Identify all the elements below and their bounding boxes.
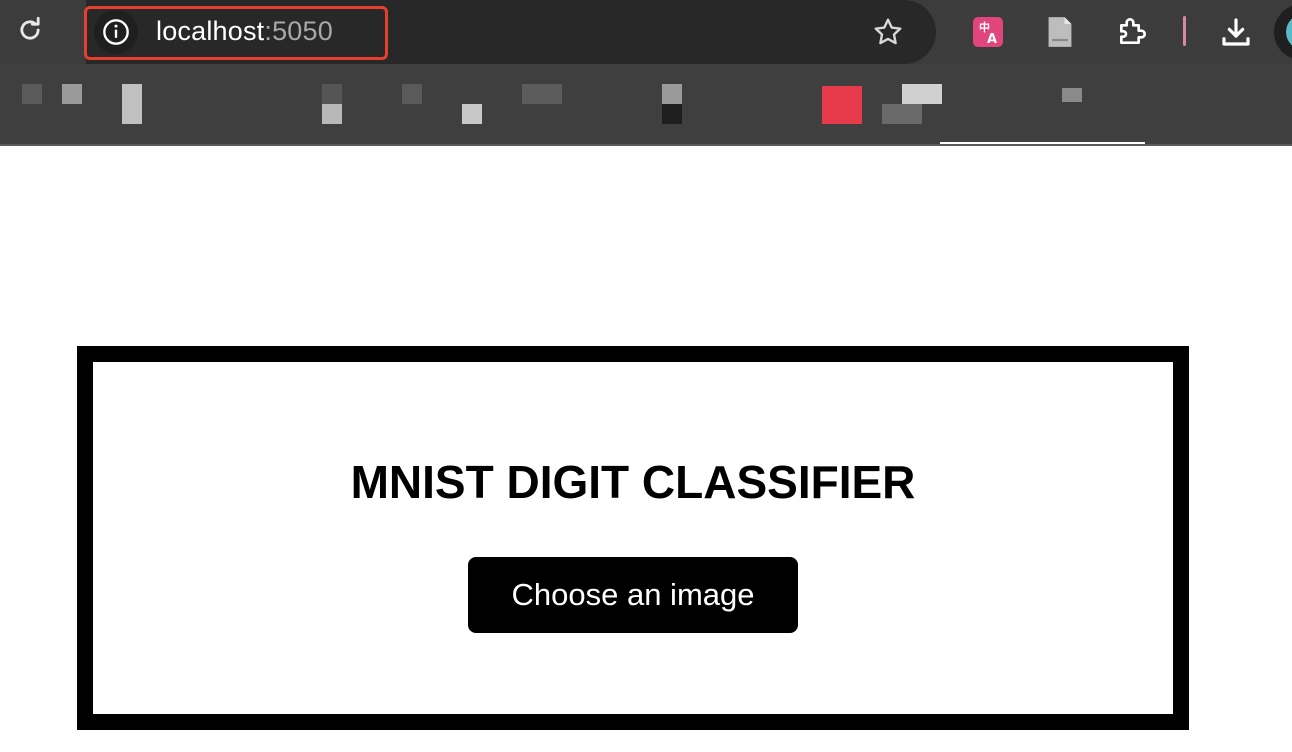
page-title: MNIST DIGIT CLASSIFIER — [350, 456, 916, 508]
bookmark-blur — [122, 84, 142, 124]
bookmark-blur — [902, 84, 942, 104]
translate-icon[interactable]: 中 A — [970, 14, 1006, 50]
toolbar-divider — [1183, 16, 1186, 46]
choose-image-button[interactable]: Choose an image — [468, 557, 798, 633]
bookmark-blur — [662, 84, 682, 104]
bookmark-blur — [62, 84, 82, 104]
bookmark-blur — [22, 84, 42, 104]
document-icon[interactable] — [1042, 14, 1078, 50]
bookmarks-bar — [0, 64, 1292, 146]
bookmark-blur — [662, 104, 682, 124]
address-highlight-box — [84, 6, 388, 60]
bookmark-blur — [882, 104, 922, 124]
classifier-card: MNIST DIGIT CLASSIFIER Choose an image — [77, 346, 1189, 730]
bookmark-blur — [822, 86, 862, 124]
bookmark-blur — [1062, 88, 1082, 102]
bookmark-blur — [322, 104, 342, 124]
bookmark-blur — [402, 84, 422, 104]
browser-toolbar: localhost:5050 中 A — [0, 0, 1292, 64]
bookmark-blur — [322, 84, 342, 104]
svg-text:A: A — [987, 32, 997, 47]
reload-icon[interactable] — [14, 14, 46, 46]
star-icon[interactable] — [870, 14, 906, 50]
download-icon[interactable] — [1218, 14, 1254, 50]
bookmark-blur — [462, 104, 482, 124]
bookmark-blur — [940, 142, 1145, 144]
bookmark-blur — [522, 84, 562, 104]
extensions-icon[interactable] — [1114, 14, 1150, 50]
